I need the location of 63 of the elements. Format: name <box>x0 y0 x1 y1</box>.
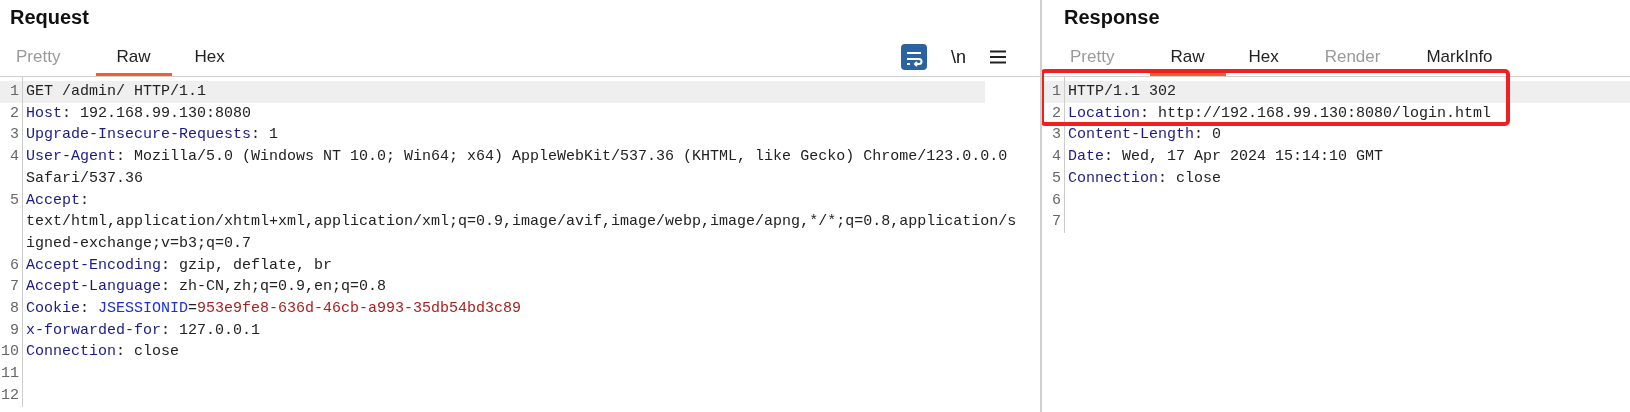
wrap-lines-icon[interactable] <box>901 44 927 70</box>
header-name: Content-Length <box>1068 126 1195 144</box>
view-tab[interactable]: Hex <box>1238 47 1303 76</box>
code-text: : 0 <box>1194 126 1222 144</box>
code-text: text/html,application/xhtml+xml,application/xml;q=0.9,image/avif,image/webp,image/apng,*/*;q=0.8,application/s <box>26 213 1017 231</box>
code-text: : <box>80 300 91 318</box>
header-name: Host <box>26 104 62 122</box>
line-number: 2 <box>1051 103 1062 124</box>
line-number: 9 <box>9 320 20 341</box>
line-number: 5 <box>9 190 20 211</box>
code-text: = <box>188 300 198 318</box>
line-number: 3 <box>9 125 20 146</box>
menu-icon[interactable] <box>990 50 1006 64</box>
code-text: GET /admin/ HTTP/1.1 <box>26 83 207 100</box>
view-tab[interactable]: Hex <box>184 47 249 76</box>
code-text: : close <box>1158 169 1222 187</box>
newline-toggle[interactable]: \n <box>951 46 966 68</box>
line-number: 8 <box>9 299 20 320</box>
line-number: 1 <box>1051 82 1062 102</box>
code-text: : http://192.168.99.130:8080/login.html <box>1140 104 1492 122</box>
line-number: 6 <box>1051 190 1062 211</box>
line-number: 11 <box>0 364 20 385</box>
code-text: igned-exchange;v=b3;q=0.7 <box>26 234 252 252</box>
line-number: 3 <box>1051 125 1062 146</box>
line-number: 12 <box>0 385 20 406</box>
line-number: 7 <box>9 277 20 298</box>
line-number: 5 <box>1051 168 1062 189</box>
code-text: HTTP/1.1 302 <box>1068 83 1177 100</box>
header-name: Connection <box>1068 169 1158 187</box>
view-tab[interactable]: Raw <box>1150 47 1227 76</box>
line-number: 2 <box>9 103 20 124</box>
header-name: Accept <box>26 191 80 209</box>
code-text: : close <box>116 343 180 361</box>
line-number: 1 <box>9 82 20 102</box>
line-number: 4 <box>1051 147 1062 168</box>
view-tab[interactable]: Raw <box>96 47 173 76</box>
code-text: : 192.168.99.130:8080 <box>62 104 252 122</box>
code-text: : 1 <box>251 126 279 144</box>
header-name: Cookie <box>26 300 80 318</box>
cookie-value: 953e9fe8-636d-46cb-a993-35db54bd3c89 <box>197 300 522 318</box>
view-tab[interactable]: MarkInfo <box>1416 47 1517 76</box>
code-text: : Wed, 17 Apr 2024 15:14:10 GMT <box>1104 148 1384 166</box>
panel-title: Request <box>9 5 90 30</box>
code-text: : <box>80 191 90 209</box>
code-text: : zh-CN,zh;q=0.9,en;q=0.8 <box>161 278 387 296</box>
line-number: 4 <box>9 147 20 168</box>
header-name: Upgrade-Insecure-Requests <box>26 126 252 144</box>
code-text: : gzip, deflate, br <box>161 256 333 274</box>
header-name: Accept-Encoding <box>26 256 162 274</box>
header-name: x-forwarded-for <box>26 321 162 339</box>
header-name: Date <box>1068 148 1104 166</box>
code-text: : 127.0.0.1 <box>161 321 261 339</box>
header-name: User-Agent <box>26 148 116 166</box>
header-name: Location <box>1068 104 1140 122</box>
header-name: Connection <box>26 343 116 361</box>
line-number: 7 <box>1051 212 1062 233</box>
line-number: 6 <box>9 255 20 276</box>
code-text: : Mozilla/5.0 (Windows NT 10.0; Win64; x64) AppleWebKit/537.36 (KHTML, like Gecko) Chrome/123.0.0.0 <box>116 148 1008 166</box>
header-name: Accept-Language <box>26 278 162 296</box>
line-number: 10 <box>0 342 20 363</box>
code-text: Safari/537.36 <box>26 169 144 187</box>
cookie-name: JSESSIONID <box>98 300 189 318</box>
panel-title: Response <box>1063 5 1161 30</box>
